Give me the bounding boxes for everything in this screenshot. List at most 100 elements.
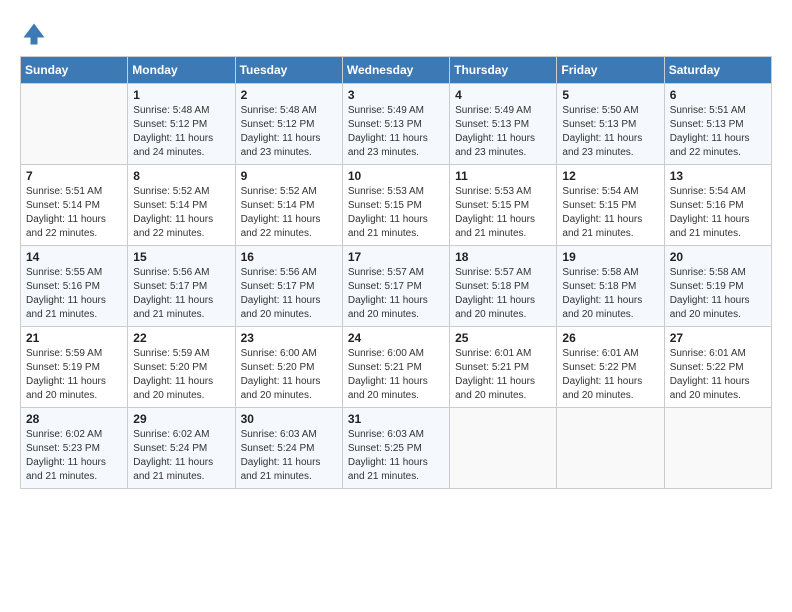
calendar-week-row: 14 Sunrise: 5:55 AMSunset: 5:16 PMDayligh… — [21, 246, 772, 327]
day-number: 3 — [348, 88, 444, 102]
day-detail: Sunrise: 6:03 AMSunset: 5:24 PMDaylight:… — [241, 428, 337, 484]
day-detail: Sunrise: 5:56 AMSunset: 5:17 PMDaylight:… — [133, 266, 229, 322]
calendar-cell: 10 Sunrise: 5:53 AMSunset: 5:15 PMDayligh… — [342, 165, 449, 246]
day-number: 31 — [348, 412, 444, 426]
page-header — [20, 20, 772, 48]
day-number: 18 — [455, 250, 551, 264]
day-detail: Sunrise: 5:54 AMSunset: 5:15 PMDaylight:… — [562, 185, 658, 241]
day-detail: Sunrise: 5:57 AMSunset: 5:17 PMDaylight:… — [348, 266, 444, 322]
day-number: 24 — [348, 331, 444, 345]
day-detail: Sunrise: 5:58 AMSunset: 5:18 PMDaylight:… — [562, 266, 658, 322]
day-number: 4 — [455, 88, 551, 102]
column-header-saturday: Saturday — [664, 57, 771, 84]
calendar-cell — [664, 408, 771, 489]
day-number: 20 — [670, 250, 766, 264]
calendar-cell: 9 Sunrise: 5:52 AMSunset: 5:14 PMDaylight… — [235, 165, 342, 246]
calendar-cell: 16Sunrise: 5:56 AMSunset: 5:17 PMDayligh… — [235, 246, 342, 327]
day-number: 21 — [26, 331, 122, 345]
day-detail: Sunrise: 6:02 AMSunset: 5:24 PMDaylight:… — [133, 428, 229, 484]
day-number: 29 — [133, 412, 229, 426]
column-header-friday: Friday — [557, 57, 664, 84]
day-detail: Sunrise: 6:01 AMSunset: 5:22 PMDaylight:… — [562, 347, 658, 403]
day-number: 5 — [562, 88, 658, 102]
calendar-week-row: 21 Sunrise: 5:59 AMSunset: 5:19 PMDayligh… — [21, 327, 772, 408]
calendar-cell: 11Sunrise: 5:53 AMSunset: 5:15 PMDayligh… — [450, 165, 557, 246]
day-number: 22 — [133, 331, 229, 345]
calendar-cell: 30 Sunrise: 6:03 AMSunset: 5:24 PMDayligh… — [235, 408, 342, 489]
day-detail: Sunrise: 5:59 AMSunset: 5:19 PMDaylight:… — [26, 347, 122, 403]
calendar-cell: 27 Sunrise: 6:01 AMSunset: 5:22 PMDayligh… — [664, 327, 771, 408]
day-detail: Sunrise: 5:50 AMSunset: 5:13 PMDaylight:… — [562, 104, 658, 160]
calendar-week-row: 28 Sunrise: 6:02 AMSunset: 5:23 PMDayligh… — [21, 408, 772, 489]
calendar-cell — [557, 408, 664, 489]
calendar-cell: 17 Sunrise: 5:57 AMSunset: 5:17 PMDayligh… — [342, 246, 449, 327]
calendar-cell: 21 Sunrise: 5:59 AMSunset: 5:19 PMDayligh… — [21, 327, 128, 408]
day-number: 26 — [562, 331, 658, 345]
day-detail: Sunrise: 5:54 AMSunset: 5:16 PMDaylight:… — [670, 185, 766, 241]
day-detail: Sunrise: 6:01 AMSunset: 5:22 PMDaylight:… — [670, 347, 766, 403]
column-header-tuesday: Tuesday — [235, 57, 342, 84]
day-detail: Sunrise: 5:53 AMSunset: 5:15 PMDaylight:… — [348, 185, 444, 241]
calendar-cell: 19Sunrise: 5:58 AMSunset: 5:18 PMDayligh… — [557, 246, 664, 327]
calendar-cell — [450, 408, 557, 489]
calendar-cell: 5 Sunrise: 5:50 AMSunset: 5:13 PMDaylight… — [557, 84, 664, 165]
day-number: 25 — [455, 331, 551, 345]
day-detail: Sunrise: 6:01 AMSunset: 5:21 PMDaylight:… — [455, 347, 551, 403]
calendar-cell: 24 Sunrise: 6:00 AMSunset: 5:21 PMDayligh… — [342, 327, 449, 408]
calendar-cell: 20 Sunrise: 5:58 AMSunset: 5:19 PMDayligh… — [664, 246, 771, 327]
calendar-cell: 14 Sunrise: 5:55 AMSunset: 5:16 PMDayligh… — [21, 246, 128, 327]
calendar-cell: 3Sunrise: 5:49 AMSunset: 5:13 PMDaylight… — [342, 84, 449, 165]
day-number: 11 — [455, 169, 551, 183]
calendar-cell: 2 Sunrise: 5:48 AMSunset: 5:12 PMDaylight… — [235, 84, 342, 165]
calendar-header-row: SundayMondayTuesdayWednesdayThursdayFrid… — [21, 57, 772, 84]
day-number: 9 — [241, 169, 337, 183]
day-number: 8 — [133, 169, 229, 183]
calendar-cell: 28 Sunrise: 6:02 AMSunset: 5:23 PMDayligh… — [21, 408, 128, 489]
day-number: 14 — [26, 250, 122, 264]
calendar-cell: 23 Sunrise: 6:00 AMSunset: 5:20 PMDayligh… — [235, 327, 342, 408]
day-detail: Sunrise: 6:00 AMSunset: 5:21 PMDaylight:… — [348, 347, 444, 403]
day-number: 17 — [348, 250, 444, 264]
calendar-cell: 13Sunrise: 5:54 AMSunset: 5:16 PMDayligh… — [664, 165, 771, 246]
column-header-monday: Monday — [128, 57, 235, 84]
day-number: 23 — [241, 331, 337, 345]
day-detail: Sunrise: 5:57 AMSunset: 5:18 PMDaylight:… — [455, 266, 551, 322]
day-detail: Sunrise: 5:49 AMSunset: 5:13 PMDaylight:… — [455, 104, 551, 160]
calendar-week-row: 1 Sunrise: 5:48 AMSunset: 5:12 PMDaylight… — [21, 84, 772, 165]
day-detail: Sunrise: 5:51 AMSunset: 5:13 PMDaylight:… — [670, 104, 766, 160]
day-detail: Sunrise: 5:58 AMSunset: 5:19 PMDaylight:… — [670, 266, 766, 322]
calendar-cell: 7 Sunrise: 5:51 AMSunset: 5:14 PMDaylight… — [21, 165, 128, 246]
calendar-cell: 6Sunrise: 5:51 AMSunset: 5:13 PMDaylight… — [664, 84, 771, 165]
day-detail: Sunrise: 5:55 AMSunset: 5:16 PMDaylight:… — [26, 266, 122, 322]
logo-icon — [20, 20, 48, 48]
day-number: 10 — [348, 169, 444, 183]
calendar-cell: 25 Sunrise: 6:01 AMSunset: 5:21 PMDayligh… — [450, 327, 557, 408]
day-detail: Sunrise: 5:52 AMSunset: 5:14 PMDaylight:… — [133, 185, 229, 241]
day-detail: Sunrise: 5:51 AMSunset: 5:14 PMDaylight:… — [26, 185, 122, 241]
calendar-cell: 4 Sunrise: 5:49 AMSunset: 5:13 PMDaylight… — [450, 84, 557, 165]
day-detail: Sunrise: 6:02 AMSunset: 5:23 PMDaylight:… — [26, 428, 122, 484]
day-detail: Sunrise: 6:00 AMSunset: 5:20 PMDaylight:… — [241, 347, 337, 403]
day-number: 7 — [26, 169, 122, 183]
day-number: 30 — [241, 412, 337, 426]
calendar-cell — [21, 84, 128, 165]
calendar-cell: 31Sunrise: 6:03 AMSunset: 5:25 PMDayligh… — [342, 408, 449, 489]
day-number: 16 — [241, 250, 337, 264]
day-number: 2 — [241, 88, 337, 102]
day-number: 12 — [562, 169, 658, 183]
day-detail: Sunrise: 5:52 AMSunset: 5:14 PMDaylight:… — [241, 185, 337, 241]
calendar-cell: 29 Sunrise: 6:02 AMSunset: 5:24 PMDayligh… — [128, 408, 235, 489]
calendar-cell: 26 Sunrise: 6:01 AMSunset: 5:22 PMDayligh… — [557, 327, 664, 408]
calendar-cell: 1 Sunrise: 5:48 AMSunset: 5:12 PMDaylight… — [128, 84, 235, 165]
calendar-cell: 18 Sunrise: 5:57 AMSunset: 5:18 PMDayligh… — [450, 246, 557, 327]
calendar-cell: 12 Sunrise: 5:54 AMSunset: 5:15 PMDayligh… — [557, 165, 664, 246]
day-detail: Sunrise: 5:48 AMSunset: 5:12 PMDaylight:… — [241, 104, 337, 160]
logo — [20, 20, 50, 48]
day-number: 28 — [26, 412, 122, 426]
day-number: 1 — [133, 88, 229, 102]
calendar-cell: 8 Sunrise: 5:52 AMSunset: 5:14 PMDaylight… — [128, 165, 235, 246]
day-number: 27 — [670, 331, 766, 345]
day-detail: Sunrise: 5:48 AMSunset: 5:12 PMDaylight:… — [133, 104, 229, 160]
column-header-wednesday: Wednesday — [342, 57, 449, 84]
calendar-week-row: 7 Sunrise: 5:51 AMSunset: 5:14 PMDaylight… — [21, 165, 772, 246]
